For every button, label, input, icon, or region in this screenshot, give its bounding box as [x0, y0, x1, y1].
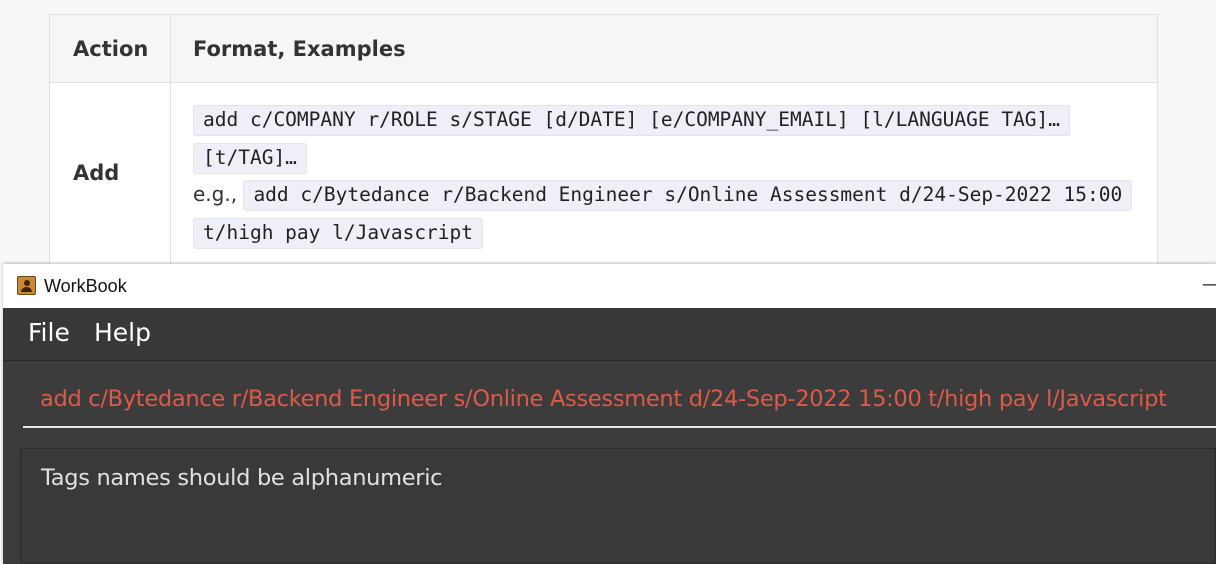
- example-prefix: e.g.,: [193, 182, 238, 206]
- table-header-row: Action Format, Examples: [50, 15, 1157, 83]
- result-display: Tags names should be alphanumeric: [20, 448, 1216, 564]
- format-code: add c/COMPANY r/ROLE s/STAGE [d/DATE] [e…: [193, 105, 1071, 174]
- window-title: WorkBook: [44, 276, 127, 296]
- header-format-examples: Format, Examples: [193, 37, 406, 61]
- example-code: add c/Bytedance r/Backend Engineer s/Onl…: [193, 180, 1133, 249]
- menu-help[interactable]: Help: [94, 318, 151, 347]
- column-divider: [170, 15, 171, 283]
- header-action: Action: [73, 37, 149, 61]
- address-book-icon: [17, 276, 36, 295]
- menu-file[interactable]: File: [28, 318, 70, 347]
- minimize-button[interactable]: —: [1202, 272, 1216, 298]
- row-format-cell: add c/COMPANY r/ROLE s/STAGE [d/DATE] [e…: [193, 101, 1143, 251]
- command-input[interactable]: [23, 372, 1216, 428]
- row-action-add: Add: [73, 161, 120, 185]
- title-bar: WorkBook —: [3, 264, 1216, 308]
- command-box: [3, 361, 1216, 439]
- workbook-window: WorkBook — File Help Tags names should b…: [3, 264, 1216, 564]
- command-summary-table: Action Format, Examples Add add c/COMPAN…: [49, 14, 1158, 284]
- menu-bar: File Help: [3, 308, 1216, 361]
- result-message: Tags names should be alphanumeric: [41, 465, 443, 491]
